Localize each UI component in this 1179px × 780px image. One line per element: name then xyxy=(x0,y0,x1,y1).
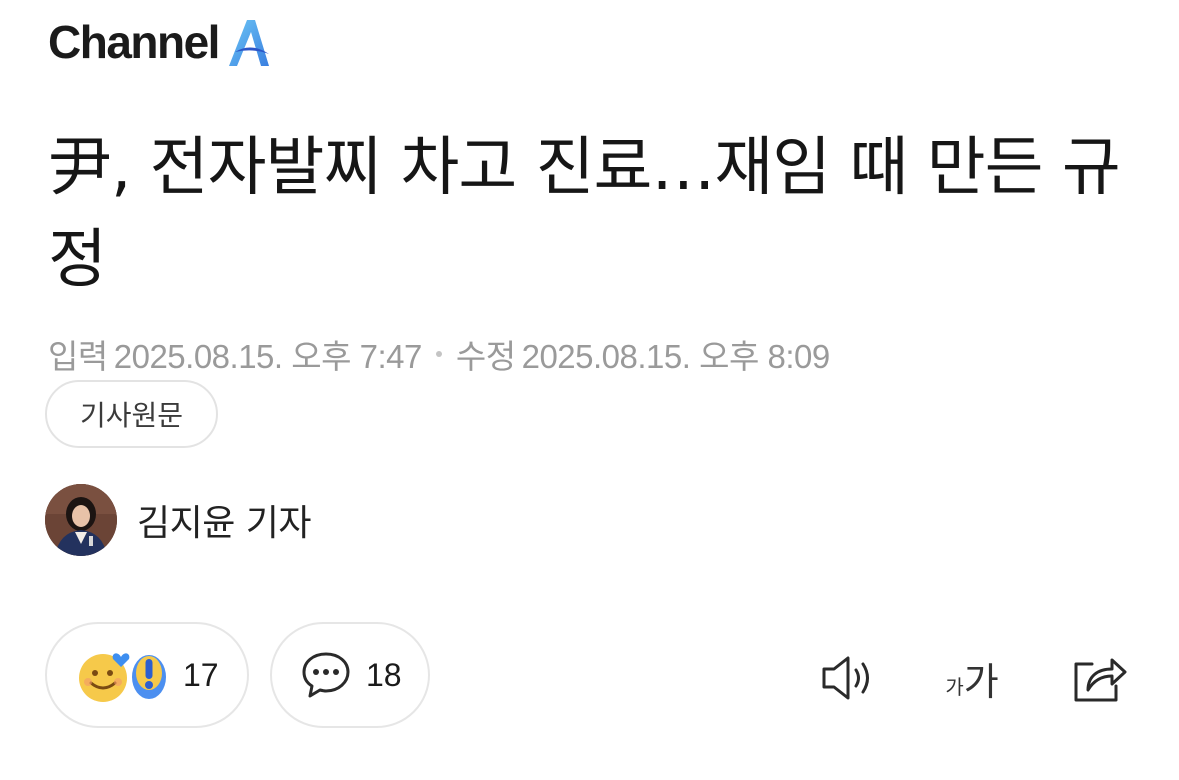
share-button[interactable] xyxy=(1068,648,1130,708)
separator-dot xyxy=(435,351,442,357)
reporter-name: 김지윤 기자 xyxy=(137,503,312,544)
speaker-icon xyxy=(822,656,869,700)
input-time: 2025.08.15. 오후 7:47 xyxy=(113,338,423,375)
font-size-big-label: 가 xyxy=(963,659,999,704)
reporter-avatar[interactable] xyxy=(45,484,117,556)
exclamation-icon xyxy=(132,655,166,699)
logo-text: Channel xyxy=(48,16,220,68)
font-size-button[interactable]: 가 가 xyxy=(934,648,1010,708)
article-page: Channel 尹, 전자발찌 차고 진료…재임 때 만든 규정 입력 2025… xyxy=(0,0,1179,780)
article-headline: 尹, 전자발찌 차고 진료…재임 때 만든 규정 xyxy=(48,131,1121,297)
tts-button[interactable] xyxy=(818,648,880,708)
reaction-count: 17 xyxy=(183,656,219,693)
comment-bubble-icon xyxy=(302,652,350,698)
share-icon xyxy=(1074,658,1127,702)
reporter-photo xyxy=(45,484,117,556)
reaction-icons xyxy=(77,645,169,705)
channel-a-logo[interactable]: Channel xyxy=(48,14,273,70)
input-label: 입력 xyxy=(48,338,108,375)
reaction-button[interactable]: 17 xyxy=(45,622,249,728)
modified-time: 2025.08.15. 오후 8:09 xyxy=(521,338,831,375)
logo-a-mark xyxy=(228,20,269,66)
article-timestamps: 입력 2025.08.15. 오후 7:47 수정 2025.08.15. 오후… xyxy=(48,334,830,375)
font-size-small-label: 가 xyxy=(945,674,964,699)
comment-count: 18 xyxy=(366,656,402,693)
reporter-info[interactable]: 김지윤 기자 xyxy=(45,483,312,557)
comment-button[interactable]: 18 xyxy=(270,622,430,728)
original-article-button[interactable]: 기사원문 xyxy=(45,380,218,448)
modified-label: 수정 xyxy=(455,338,516,375)
